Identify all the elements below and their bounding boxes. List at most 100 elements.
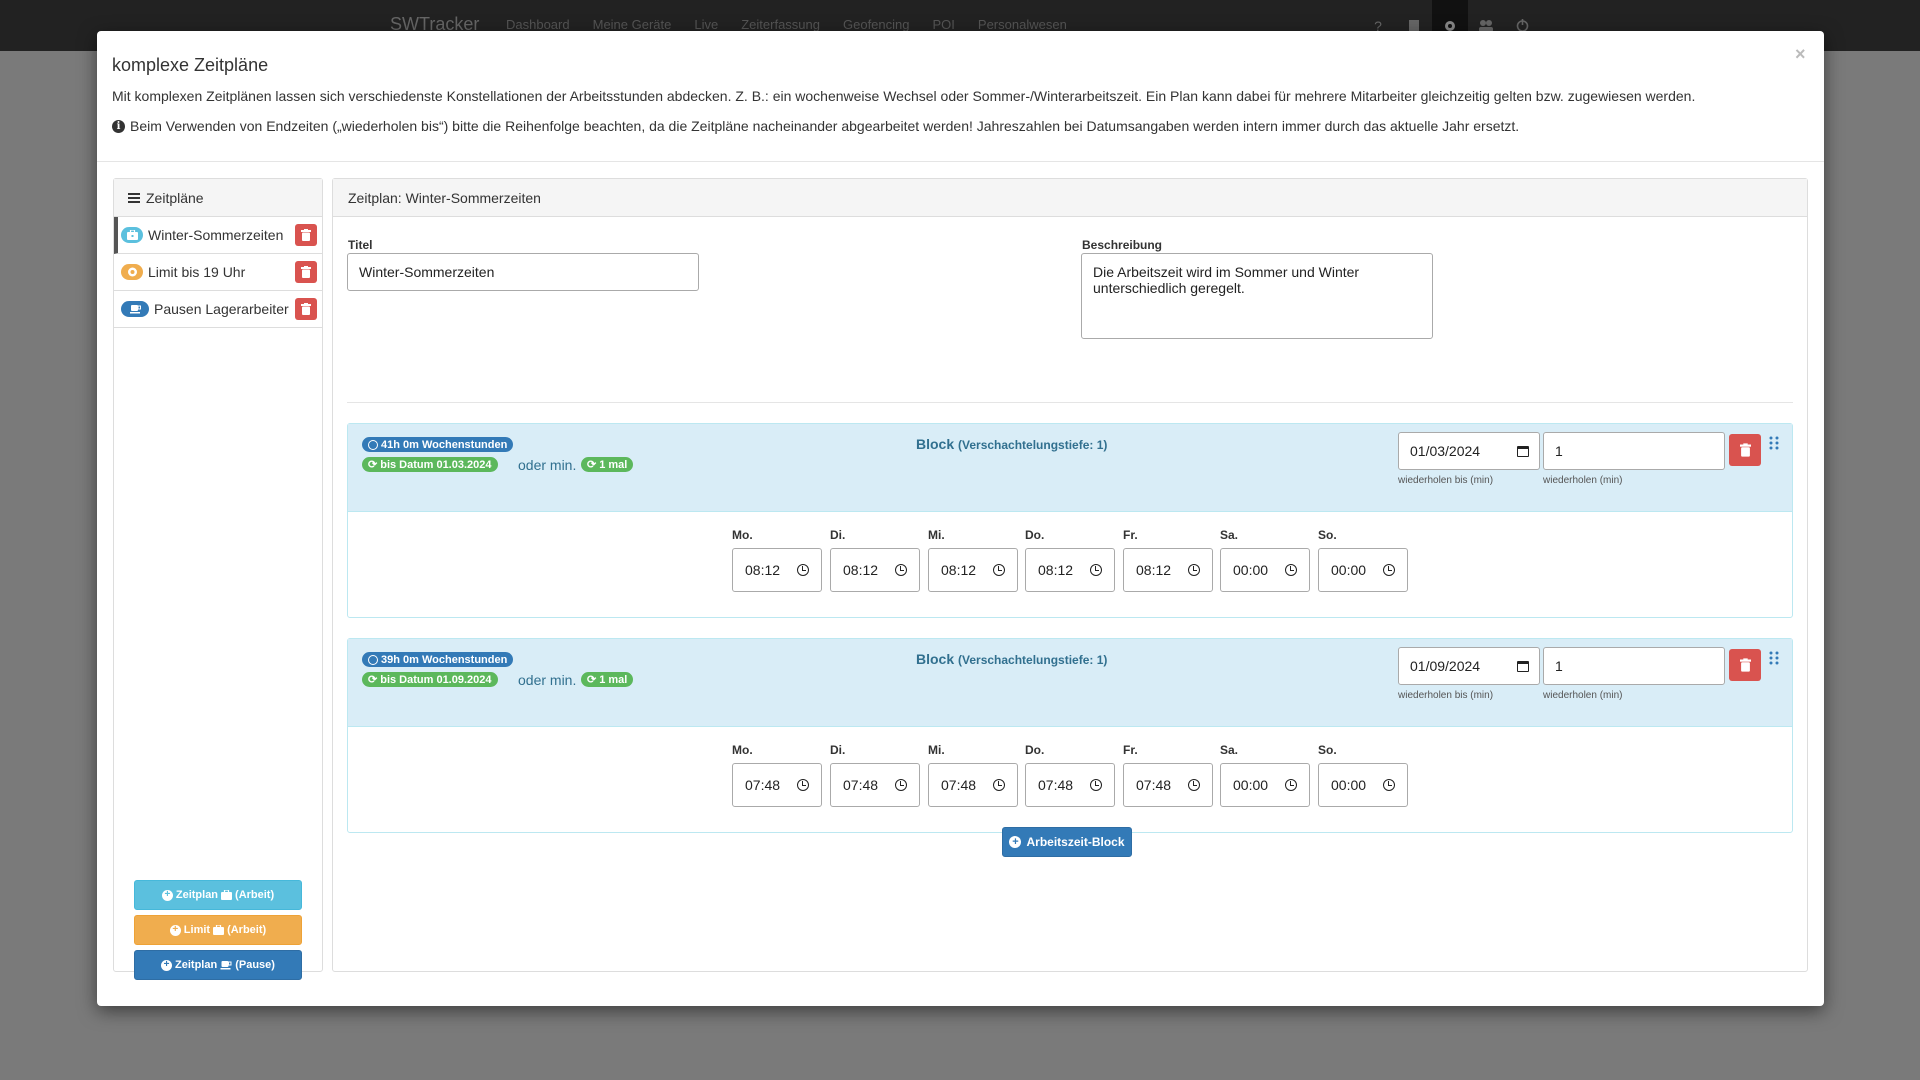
badge-text: 39h 0m Wochenstunden <box>381 653 508 666</box>
time-input[interactable]: 08:12 <box>928 548 1018 592</box>
divider <box>347 402 1793 403</box>
nav-link-time-tracking[interactable]: Zeiterfassung <box>741 17 820 32</box>
calendar-icon[interactable] <box>1517 661 1529 672</box>
plus-circle-icon: + <box>169 924 181 936</box>
badge-text: bis Datum 01.03.2024 <box>380 458 492 471</box>
day-label: Fr. <box>1123 743 1138 757</box>
time-value: 07:48 <box>941 777 977 793</box>
repeat-count-input[interactable]: 1 <box>1543 647 1725 685</box>
day-label: So. <box>1318 528 1337 542</box>
time-value: 00:00 <box>1331 777 1367 793</box>
clock-icon[interactable] <box>1090 564 1102 576</box>
drag-handle-icon[interactable] <box>1769 651 1779 665</box>
info-icon: i <box>112 119 125 133</box>
repeat-count-input[interactable]: 1 <box>1543 432 1725 470</box>
title-input[interactable]: Winter-Sommerzeiten <box>347 253 699 291</box>
time-input[interactable]: 08:12 <box>830 548 920 592</box>
clock-icon[interactable] <box>1188 564 1200 576</box>
button-label: Zeitplan <box>175 959 218 971</box>
clock-icon <box>368 654 378 665</box>
date-value: 01/03/2024 <box>1410 443 1481 459</box>
time-value: 07:48 <box>1136 777 1172 793</box>
coffee-icon <box>220 961 232 970</box>
block-header: 39h 0m Wochenstunden ⟳ bis Datum 01.09.2… <box>348 639 1792 727</box>
editor-header: Zeitplan: Winter-Sommerzeiten <box>333 179 1807 217</box>
sidebar-item-pausen-lagerarbeiter[interactable]: Pausen Lagerarbeiter <box>114 291 322 328</box>
nav-link-dashboard[interactable]: Dashboard <box>506 17 570 32</box>
repeat-count-badge: ⟳ 1 mal <box>581 672 634 687</box>
time-input[interactable]: 07:48 <box>732 763 822 807</box>
clock-icon[interactable] <box>1383 779 1395 791</box>
time-input[interactable]: 00:00 <box>1220 548 1310 592</box>
delete-schedule-button[interactable] <box>295 261 317 283</box>
add-break-schedule-button[interactable]: + Zeitplan (Pause) <box>134 950 302 980</box>
time-input[interactable]: 00:00 <box>1318 763 1408 807</box>
block-title-text: Block <box>916 436 955 452</box>
badge-text: bis Datum 01.09.2024 <box>380 673 492 686</box>
time-input[interactable]: 07:48 <box>1025 763 1115 807</box>
sidebar-item-limit-bis-19-uhr[interactable]: Limit bis 19 Uhr <box>114 254 322 291</box>
day-label: Fr. <box>1123 528 1138 542</box>
repeat-until-date-input[interactable]: 01/03/2024 <box>1398 432 1540 470</box>
clock-icon[interactable] <box>1285 779 1297 791</box>
day-label: Di. <box>830 528 846 542</box>
clock-icon[interactable] <box>1383 564 1395 576</box>
time-value: 08:12 <box>1136 562 1172 578</box>
sidebar-item-winter-sommerzeiten[interactable]: Winter-Sommerzeiten <box>114 217 322 254</box>
clock-icon[interactable] <box>993 564 1005 576</box>
add-work-schedule-button[interactable]: + Zeitplan (Arbeit) <box>134 880 302 910</box>
nav-link-devices[interactable]: Meine Geräte <box>593 17 672 32</box>
delete-block-button[interactable] <box>1729 649 1761 681</box>
clock-icon[interactable] <box>1090 779 1102 791</box>
time-input[interactable]: 00:00 <box>1318 548 1408 592</box>
time-input[interactable]: 07:48 <box>928 763 1018 807</box>
repeat-count-label: wiederholen (min) <box>1543 475 1623 486</box>
day-label: Di. <box>830 743 846 757</box>
calendar-icon[interactable] <box>1517 446 1529 457</box>
nav-link-personnel[interactable]: Personalwesen <box>978 17 1067 32</box>
time-value: 08:12 <box>1038 562 1074 578</box>
repeat-count-badge: ⟳ 1 mal <box>581 457 634 472</box>
delete-schedule-button[interactable] <box>295 298 317 320</box>
badge-text: 1 mal <box>599 673 628 686</box>
clock-icon[interactable] <box>895 779 907 791</box>
nav-link-geofencing[interactable]: Geofencing <box>843 17 910 32</box>
clock-icon[interactable] <box>797 779 809 791</box>
time-input[interactable]: 00:00 <box>1220 763 1310 807</box>
block-header: 41h 0m Wochenstunden ⟳ bis Datum 01.03.2… <box>348 424 1792 512</box>
add-work-limit-button[interactable]: + Limit (Arbeit) <box>134 915 302 945</box>
description-textarea[interactable]: Die Arbeitszeit wird im Sommer und Winte… <box>1081 253 1433 339</box>
plus-circle-icon: + <box>1009 836 1022 848</box>
time-input[interactable]: 08:12 <box>732 548 822 592</box>
time-input[interactable]: 08:12 <box>1123 548 1213 592</box>
clock-icon[interactable] <box>895 564 907 576</box>
day-label: Mi. <box>928 743 945 757</box>
clock-icon[interactable] <box>993 779 1005 791</box>
repeat-icon: ⟳ <box>587 674 597 686</box>
trash-icon <box>1739 658 1751 672</box>
repeat-until-date-input[interactable]: 01/09/2024 <box>1398 647 1540 685</box>
add-work-block-button[interactable]: + Arbeitszeit-Block <box>1002 827 1132 857</box>
clock-icon <box>368 439 378 450</box>
clock-icon[interactable] <box>1188 779 1200 791</box>
list-icon <box>128 192 140 203</box>
clock-icon[interactable] <box>797 564 809 576</box>
repeat-count-label: wiederholen (min) <box>1543 690 1623 701</box>
trash-icon <box>301 303 311 315</box>
day-label: Sa. <box>1220 528 1239 542</box>
delete-block-button[interactable] <box>1729 434 1761 466</box>
title-label: Titel <box>348 238 373 252</box>
close-icon[interactable]: × <box>1795 44 1806 65</box>
clock-icon[interactable] <box>1285 564 1297 576</box>
time-value: 07:48 <box>1038 777 1074 793</box>
time-input[interactable]: 07:48 <box>1123 763 1213 807</box>
nav-link-live[interactable]: Live <box>694 17 718 32</box>
delete-schedule-button[interactable] <box>295 224 317 246</box>
nav-link-poi[interactable]: POI <box>933 17 955 32</box>
weekly-hours-badge: 39h 0m Wochenstunden <box>362 652 514 667</box>
time-input[interactable]: 08:12 <box>1025 548 1115 592</box>
day-label: Mo. <box>732 743 753 757</box>
day-label: Mo. <box>732 528 753 542</box>
time-input[interactable]: 07:48 <box>830 763 920 807</box>
drag-handle-icon[interactable] <box>1769 436 1779 450</box>
